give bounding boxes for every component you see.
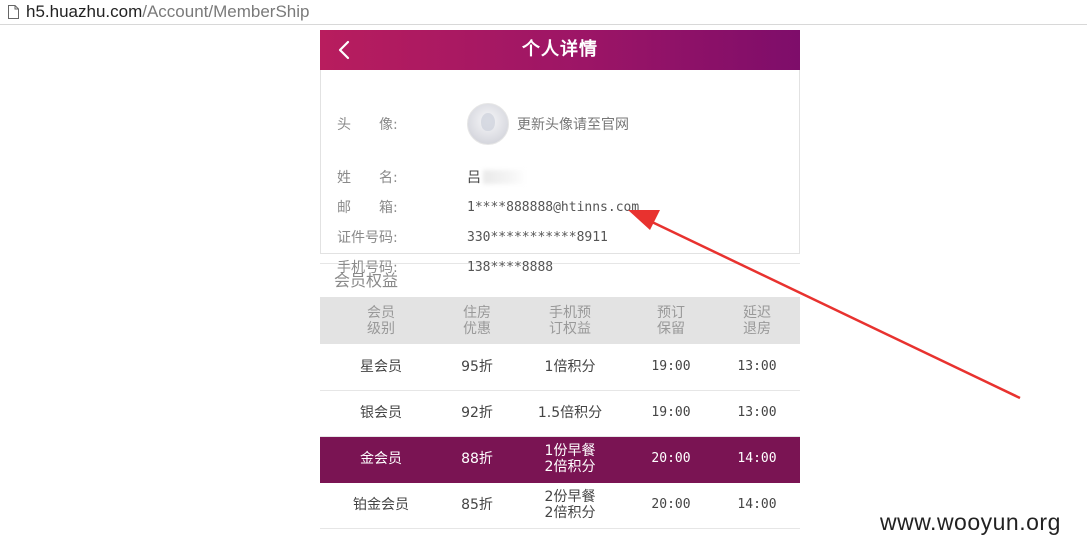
- cell-level: 星会员: [320, 344, 442, 391]
- phone-row: 手机号码: 138****8888: [337, 257, 553, 277]
- name-row: 姓 名: 吕: [337, 167, 527, 187]
- email-value: 1****888888@htinns.com: [467, 199, 640, 215]
- url-host: h5.huazhu.com: [26, 2, 143, 21]
- cell-discount: 92折: [442, 390, 512, 437]
- page-header: 个人详情: [320, 30, 800, 70]
- phone-label: 手机号码:: [337, 260, 398, 276]
- cell-mobile: 1倍积分: [512, 344, 628, 391]
- url-text[interactable]: h5.huazhu.com/Account/MemberShip: [26, 2, 310, 22]
- cell-mobile: 1.5倍积分: [512, 390, 628, 437]
- redacted-blur: [483, 170, 527, 184]
- cell-level: 铂金会员: [320, 482, 442, 529]
- page-icon: [8, 5, 19, 19]
- cell-discount: 88折: [442, 436, 512, 483]
- email-row: 邮 箱: 1****888888@htinns.com: [337, 197, 639, 217]
- col-checkout: 延迟 退房: [714, 297, 800, 344]
- cell-checkout: 14:00: [714, 482, 800, 529]
- col-discount: 住房 优惠: [442, 297, 512, 344]
- page-title: 个人详情: [522, 39, 598, 60]
- name-value: 吕: [467, 170, 481, 186]
- cell-mobile: 1份早餐 2倍积分: [512, 436, 628, 483]
- table-row: 铂金会员 85折 2份早餐 2倍积分 20:00 14:00: [320, 482, 800, 529]
- cell-hold: 20:00: [628, 436, 714, 483]
- avatar-row: 头 像: 更新头像请至官网: [337, 103, 629, 145]
- cell-hold: 19:00: [628, 344, 714, 391]
- url-path: /Account/MemberShip: [142, 2, 310, 21]
- id-value: 330***********8911: [467, 229, 608, 245]
- email-label: 邮 箱:: [337, 200, 398, 216]
- cell-checkout: 14:00: [714, 436, 800, 483]
- watermark: www.wooyun.org: [880, 509, 1061, 535]
- table-row: 银会员 92折 1.5倍积分 19:00 13:00: [320, 390, 800, 437]
- col-level: 会员 级别: [320, 297, 442, 344]
- avatar-note: 更新头像请至官网: [517, 117, 629, 133]
- name-label: 姓 名:: [337, 170, 398, 186]
- id-label: 证件号码:: [337, 230, 398, 246]
- benefits-table: 会员 级别 住房 优惠 手机预 订权益 预订 保留 延迟 退房 星会员 95折 1倍积分 …: [320, 297, 800, 529]
- cell-discount: 85折: [442, 482, 512, 529]
- cell-discount: 95折: [442, 344, 512, 391]
- cell-mobile: 2份早餐 2倍积分: [512, 482, 628, 529]
- cell-checkout: 13:00: [714, 344, 800, 391]
- id-row: 证件号码: 330***********8911: [337, 227, 608, 247]
- table-row-highlighted: 金会员 88折 1份早餐 2倍积分 20:00 14:00: [320, 436, 800, 483]
- phone-value: 138****8888: [467, 259, 554, 275]
- col-mobile: 手机预 订权益: [512, 297, 628, 344]
- profile-card: 头 像: 更新头像请至官网 姓 名: 吕 邮 箱: 1****888888@ht…: [320, 70, 800, 276]
- avatar-label: 头 像:: [337, 117, 398, 133]
- table-header-row: 会员 级别 住房 优惠 手机预 订权益 预订 保留 延迟 退房: [320, 297, 800, 344]
- address-bar[interactable]: h5.huazhu.com/Account/MemberShip: [0, 0, 1087, 25]
- cell-level: 银会员: [320, 390, 442, 437]
- cell-level: 金会员: [320, 436, 442, 483]
- cell-hold: 19:00: [628, 390, 714, 437]
- table-row: 星会员 95折 1倍积分 19:00 13:00: [320, 344, 800, 391]
- member-page: 个人详情 头 像: 更新头像请至官网 姓 名: 吕 邮 箱: 1****8888…: [320, 30, 800, 529]
- avatar[interactable]: [467, 103, 509, 145]
- cell-checkout: 13:00: [714, 390, 800, 437]
- cell-hold: 20:00: [628, 482, 714, 529]
- col-hold: 预订 保留: [628, 297, 714, 344]
